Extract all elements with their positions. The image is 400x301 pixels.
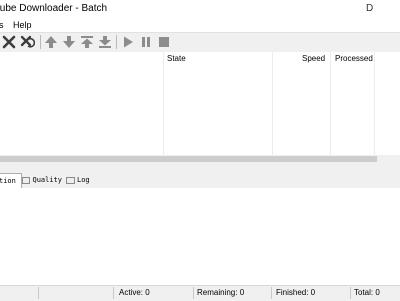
tab-quality[interactable]: Quality xyxy=(22,173,62,187)
tab-label: tion xyxy=(0,177,16,185)
stop-icon xyxy=(159,37,169,47)
status-total: Total: 0 xyxy=(354,288,380,297)
status-remaining: Remaining: 0 xyxy=(197,288,245,297)
pause-button[interactable] xyxy=(138,34,154,50)
menu-bar xyxy=(0,19,400,32)
tab-label: Quality xyxy=(32,176,62,184)
status-active: Active: 0 xyxy=(119,288,150,297)
move-down-icon xyxy=(63,36,75,48)
move-bottom-button[interactable] xyxy=(97,34,113,50)
delete-button[interactable] xyxy=(1,34,17,50)
status-separator xyxy=(350,287,351,299)
status-separator xyxy=(193,287,194,299)
column-divider xyxy=(330,52,331,156)
column-divider xyxy=(272,52,273,156)
move-bottom-icon xyxy=(99,36,111,48)
toolbar xyxy=(0,32,400,54)
column-header-processed[interactable]: Processed xyxy=(335,54,373,63)
tab-log[interactable]: Log xyxy=(66,173,94,187)
pause-icon xyxy=(142,37,150,47)
stop-button[interactable] xyxy=(156,34,172,50)
status-separator xyxy=(38,287,39,299)
menu-item-help[interactable]: Help xyxy=(13,20,32,30)
delete-all-icon xyxy=(20,35,35,48)
column-header-state[interactable]: State xyxy=(167,54,186,63)
menu-item-partial[interactable]: s xyxy=(0,20,4,30)
status-finished: Finished: 0 xyxy=(276,288,316,297)
move-up-icon xyxy=(45,36,57,48)
status-separator xyxy=(271,287,272,299)
move-top-icon xyxy=(81,36,93,48)
move-top-button[interactable] xyxy=(79,34,95,50)
start-button[interactable] xyxy=(120,34,136,50)
column-divider xyxy=(374,52,375,156)
column-divider xyxy=(163,52,164,156)
toolbar-separator xyxy=(40,35,41,49)
move-up-button[interactable] xyxy=(43,34,59,50)
delete-all-button[interactable] xyxy=(19,34,35,50)
toolbar-separator xyxy=(116,35,117,49)
scrollbar-thumb[interactable] xyxy=(0,156,377,162)
panel-splitter[interactable] xyxy=(0,163,400,172)
delete-x-icon xyxy=(2,35,16,49)
window-title: tube Downloader - Batch xyxy=(0,3,108,14)
quality-icon xyxy=(22,176,31,184)
move-down-button[interactable] xyxy=(61,34,77,50)
download-list[interactable] xyxy=(0,52,400,156)
start-icon xyxy=(124,36,133,48)
restore-button[interactable]: D xyxy=(366,3,373,14)
status-separator xyxy=(113,287,114,299)
tab-information[interactable]: tion xyxy=(0,173,22,188)
tab-panel xyxy=(0,188,400,284)
column-header-speed[interactable]: Speed xyxy=(302,54,325,63)
tab-label: Log xyxy=(77,176,90,184)
log-icon xyxy=(66,176,75,184)
